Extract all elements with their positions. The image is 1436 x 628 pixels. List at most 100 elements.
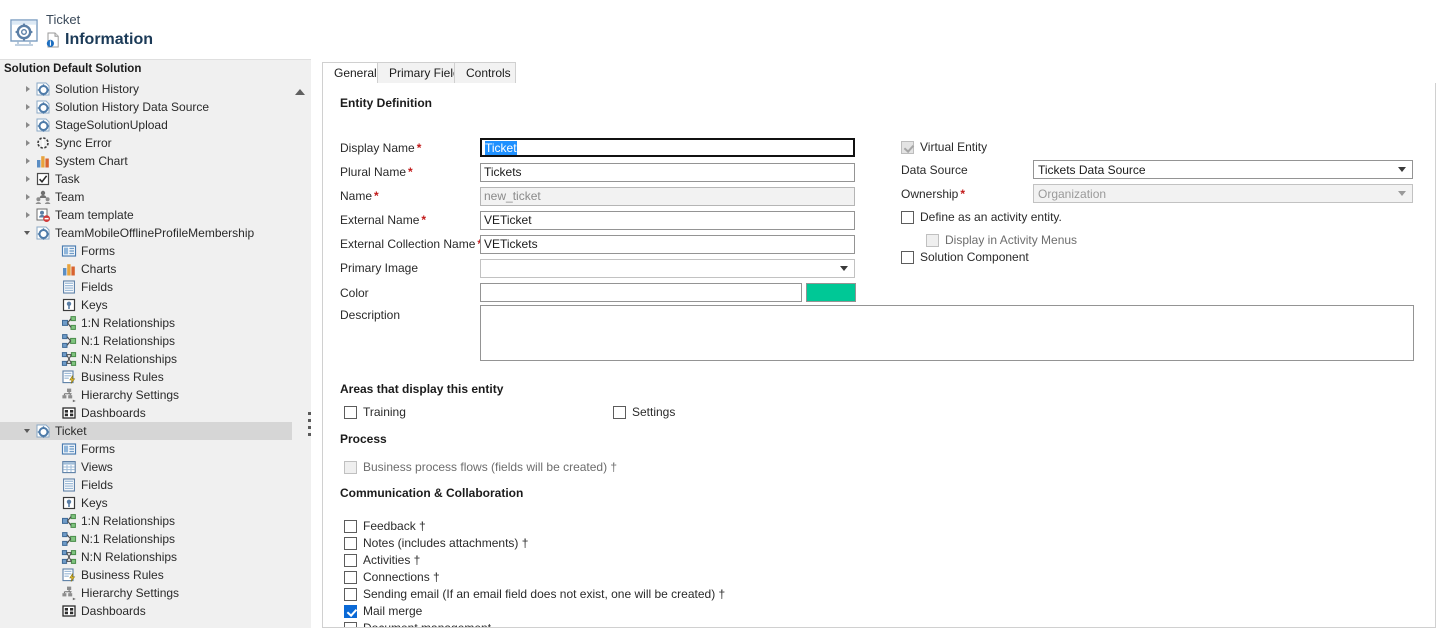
entity-gear-icon: [35, 117, 51, 133]
entity-gear-icon: [35, 225, 51, 241]
color-swatch-button[interactable]: [806, 283, 856, 302]
display-activity-menus-row[interactable]: Display in Activity Menus: [926, 233, 1077, 248]
entity-gear-icon: [35, 99, 51, 115]
business-rules-icon: [61, 369, 77, 385]
expand-triangle-icon[interactable]: [24, 188, 35, 206]
tree-item-dashboards[interactable]: Dashboards: [0, 404, 292, 422]
keys-icon: [61, 495, 77, 511]
tree-item-n-1-relationships[interactable]: N:1 Relationships: [0, 332, 292, 350]
data-source-dropdown[interactable]: Tickets Data Source: [1033, 160, 1413, 179]
tree-item-1-n-relationships[interactable]: 1:N Relationships: [0, 512, 292, 530]
tab-general[interactable]: General: [322, 62, 378, 84]
define-activity-entity-checkbox: [901, 211, 914, 224]
tree-item-hierarchy-settings[interactable]: Hierarchy Settings: [0, 386, 292, 404]
solution-component-row[interactable]: Solution Component: [901, 250, 1029, 265]
virtual-entity-checkbox-row[interactable]: Virtual Entity: [901, 140, 987, 155]
tree-item-keys[interactable]: Keys: [0, 296, 292, 314]
tree-item-fields[interactable]: Fields: [0, 476, 292, 494]
keys-icon: [61, 297, 77, 313]
plural-name-input[interactable]: Tickets: [480, 163, 855, 182]
solution-tree[interactable]: Solution HistorySolution History Data So…: [0, 80, 292, 620]
communication-row-document[interactable]: Document management: [344, 621, 725, 628]
tree-item-n-n-relationships[interactable]: N:N Relationships: [0, 350, 292, 368]
expand-triangle-icon[interactable]: [24, 170, 35, 188]
expand-triangle-icon[interactable]: [24, 134, 35, 152]
communication-row-feedback[interactable]: Feedback †: [344, 519, 725, 536]
tree-item-label: Hierarchy Settings: [81, 386, 179, 404]
external-collection-name-input[interactable]: VETickets: [480, 235, 855, 254]
expand-triangle-icon[interactable]: [24, 80, 35, 98]
tree-item-n-1-relationships[interactable]: N:1 Relationships: [0, 530, 292, 548]
ownership-label: Ownership*: [901, 187, 965, 201]
tree-item-label: Fields: [81, 476, 113, 494]
communication-row-connections[interactable]: Connections †: [344, 570, 725, 587]
forms-icon: [61, 243, 77, 259]
tree-item-dashboards[interactable]: Dashboards: [0, 602, 292, 620]
color-input[interactable]: [480, 283, 802, 302]
tree-item-label: Fields: [81, 278, 113, 296]
nav-titles: Ticket Information: [46, 12, 153, 50]
communication-label: Sending email (If an email field does no…: [363, 587, 725, 602]
information-page-icon: [46, 32, 60, 48]
many-to-one-icon: [61, 531, 77, 547]
name-input[interactable]: new_ticket: [480, 187, 855, 206]
external-name-input[interactable]: VETicket: [480, 211, 855, 230]
tree-item-label: Dashboards: [81, 602, 146, 620]
chevron-down-icon: [1398, 167, 1407, 173]
tree-item-forms[interactable]: Forms: [0, 440, 292, 458]
tree-item-label: Team template: [55, 206, 134, 224]
tree-item-forms[interactable]: Forms: [0, 242, 292, 260]
tree-item-team-template[interactable]: Team template: [0, 206, 292, 224]
communication-row-activities[interactable]: Activities †: [344, 553, 725, 570]
collapse-triangle-icon[interactable]: [24, 224, 35, 242]
page-title: Information: [65, 30, 153, 50]
business-process-flows-row[interactable]: Business process flows (fields will be c…: [344, 460, 617, 475]
communication-row-notes[interactable]: Notes (includes attachments) †: [344, 536, 725, 553]
expand-triangle-icon[interactable]: [24, 206, 35, 224]
tree-item-sync-error[interactable]: Sync Error: [0, 134, 292, 152]
tree-item-solution-history-data-source[interactable]: Solution History Data Source: [0, 98, 292, 116]
communication-checkbox-list[interactable]: Feedback †Notes (includes attachments) †…: [344, 519, 725, 628]
forms-icon: [61, 441, 77, 457]
tree-item-label: Task: [55, 170, 80, 188]
tree-item-ticket[interactable]: Ticket: [0, 422, 292, 440]
tree-item-1-n-relationships[interactable]: 1:N Relationships: [0, 314, 292, 332]
primary-image-dropdown[interactable]: [480, 259, 855, 278]
tree-item-team[interactable]: Team: [0, 188, 292, 206]
define-activity-entity-row[interactable]: Define as an activity entity.: [901, 210, 1062, 225]
form-tabstrip[interactable]: GeneralPrimary FieldControls: [322, 62, 1436, 84]
tree-item-business-rules[interactable]: Business Rules: [0, 566, 292, 584]
tree-item-label: System Chart: [55, 152, 128, 170]
communication-checkbox: [344, 537, 357, 550]
tree-item-charts[interactable]: Charts: [0, 260, 292, 278]
communication-row-mail[interactable]: Mail merge: [344, 604, 725, 621]
business-process-flows-checkbox: [344, 461, 357, 474]
tree-item-label: Team: [55, 188, 84, 206]
tab-primary-field[interactable]: Primary Field: [377, 62, 455, 84]
tree-item-stagesolutionupload[interactable]: StageSolutionUpload: [0, 116, 292, 134]
tree-item-n-n-relationships[interactable]: N:N Relationships: [0, 548, 292, 566]
collapse-triangle-icon[interactable]: [24, 422, 35, 440]
tree-item-fields[interactable]: Fields: [0, 278, 292, 296]
area-settings-row[interactable]: Settings: [613, 405, 675, 420]
tab-controls[interactable]: Controls: [454, 62, 516, 84]
communication-row-sending[interactable]: Sending email (If an email field does no…: [344, 587, 725, 604]
tree-item-views[interactable]: Views: [0, 458, 292, 476]
expand-triangle-icon[interactable]: [24, 98, 35, 116]
tree-item-system-chart[interactable]: System Chart: [0, 152, 292, 170]
expand-triangle-icon[interactable]: [24, 152, 35, 170]
area-training-row[interactable]: Training: [344, 405, 406, 420]
tree-item-task[interactable]: Task: [0, 170, 292, 188]
tree-item-teammobileofflineprofilemembership[interactable]: TeamMobileOfflineProfileMembership: [0, 224, 292, 242]
tree-item-hierarchy-settings[interactable]: Hierarchy Settings: [0, 584, 292, 602]
communication-checkbox: [344, 588, 357, 601]
scroll-up-arrow-icon[interactable]: [295, 88, 306, 96]
solution-tree-scroll[interactable]: Solution HistorySolution History Data So…: [0, 80, 311, 628]
tree-item-business-rules[interactable]: Business Rules: [0, 368, 292, 386]
ownership-dropdown[interactable]: Organization: [1033, 184, 1413, 203]
display-name-input[interactable]: Ticket: [480, 138, 855, 157]
tree-item-solution-history[interactable]: Solution History: [0, 80, 292, 98]
tree-item-keys[interactable]: Keys: [0, 494, 292, 512]
expand-triangle-icon[interactable]: [24, 116, 35, 134]
description-textarea[interactable]: [480, 305, 1414, 361]
